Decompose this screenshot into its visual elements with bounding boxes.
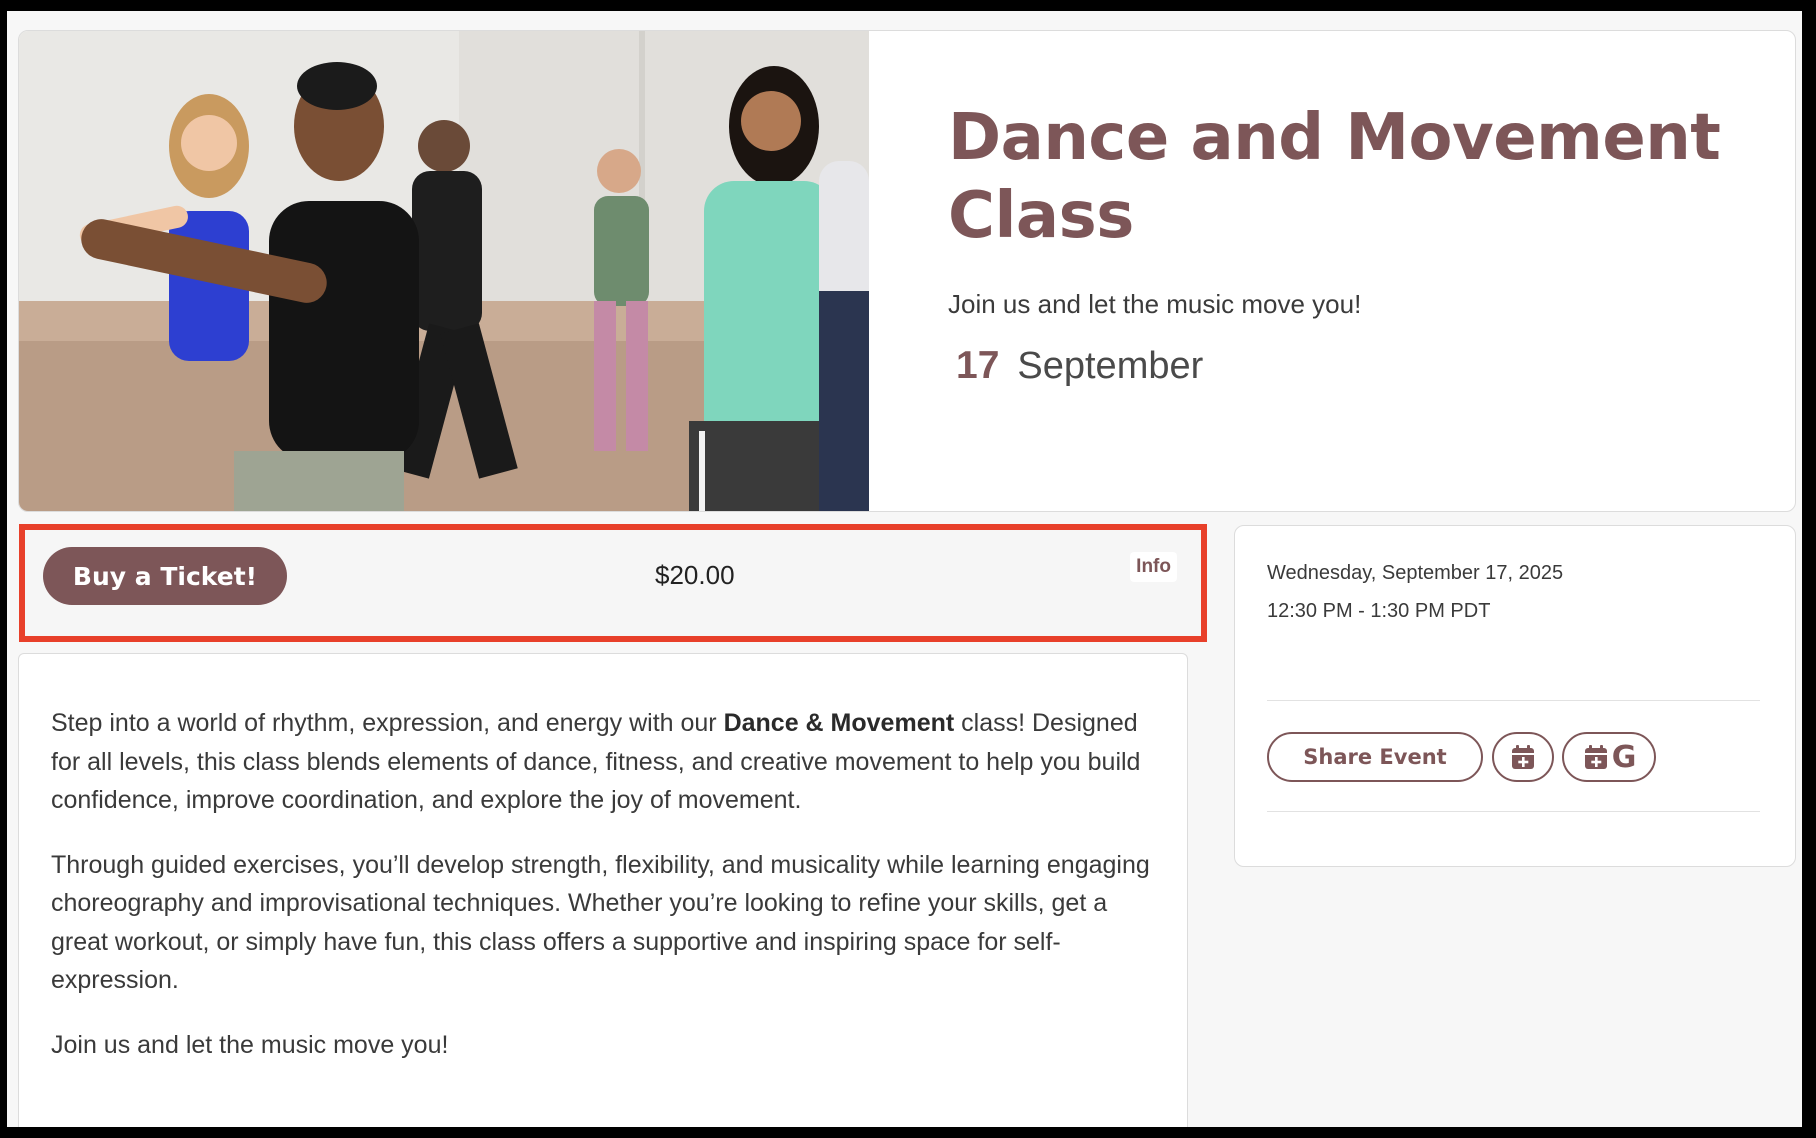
- divider: [1267, 700, 1760, 701]
- event-date-day: 17: [956, 344, 1000, 387]
- event-date-month: September: [1017, 345, 1204, 387]
- description-paragraph-1: Step into a world of rhythm, expression,…: [51, 704, 1155, 820]
- ticket-info-link[interactable]: Info: [1130, 552, 1177, 582]
- share-event-button[interactable]: Share Event: [1267, 732, 1483, 782]
- event-hero-card: Dance and Movement Class Join us and let…: [18, 30, 1796, 512]
- divider: [1267, 811, 1760, 812]
- event-description: Step into a world of rhythm, expression,…: [18, 653, 1188, 1127]
- event-title: Dance and Movement Class: [948, 101, 1721, 253]
- event-details-card: Wednesday, September 17, 2025 12:30 PM -…: [1234, 525, 1796, 867]
- google-calendar-button[interactable]: G: [1562, 732, 1656, 782]
- description-bold-text: Dance & Movement: [723, 709, 955, 737]
- ticket-price: $20.00: [655, 560, 735, 590]
- event-photo: [19, 31, 869, 511]
- description-paragraph-2: Through guided exercises, you’ll develop…: [51, 850, 1150, 995]
- event-date: 17 September: [948, 344, 1748, 388]
- ticket-bar: Buy a Ticket! $20.00 Info: [19, 524, 1207, 642]
- add-to-calendar-button[interactable]: [1492, 732, 1554, 782]
- google-g-icon: G: [1611, 739, 1637, 775]
- event-time: 12:30 PM - 1:30 PM PDT: [1267, 600, 1491, 622]
- buy-ticket-button[interactable]: Buy a Ticket!: [43, 547, 287, 605]
- event-tagline: Join us and let the music move you!: [948, 289, 1362, 319]
- description-paragraph-3: Join us and let the music move you!: [51, 1030, 449, 1059]
- add-to-calendar-icon: [1512, 745, 1534, 769]
- event-full-date: Wednesday, September 17, 2025: [1267, 562, 1564, 584]
- page-frame: Dance and Movement Class Join us and let…: [0, 0, 1816, 1138]
- description-text: Step into a world of rhythm, expression,…: [51, 709, 724, 737]
- event-header: Dance and Movement Class Join us and let…: [948, 99, 1748, 388]
- google-calendar-icon: [1584, 745, 1607, 769]
